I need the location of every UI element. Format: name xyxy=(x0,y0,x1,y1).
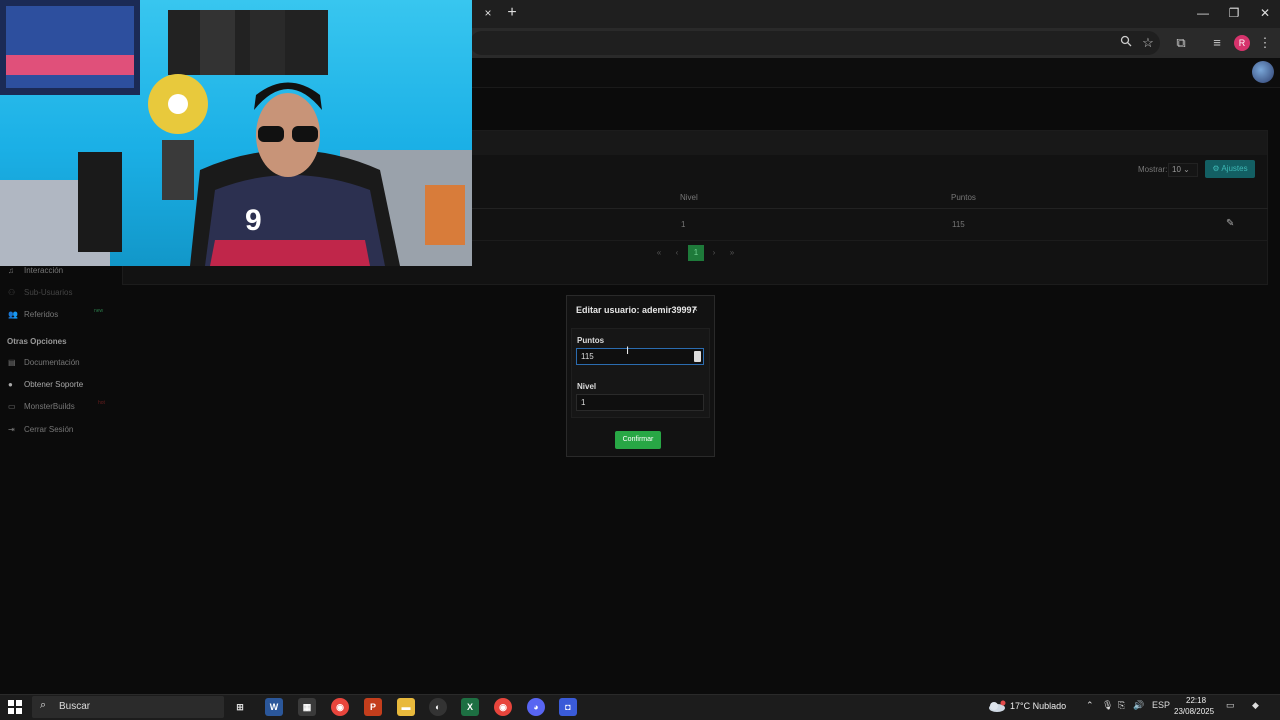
powerpoint-icon[interactable]: P xyxy=(364,698,382,716)
settings-button[interactable]: ⚙ Ajustes xyxy=(1205,160,1255,178)
store-icon[interactable]: ▦ xyxy=(298,698,316,716)
table-cell-level: 1 xyxy=(681,220,686,229)
new-badge: new xyxy=(94,308,104,314)
sidebar-item-monsterbuilds[interactable]: ▭ MonsterBuilds xyxy=(8,402,75,411)
level-input[interactable]: 1 xyxy=(576,394,704,411)
music-icon: ♫ xyxy=(8,266,14,275)
user-avatar[interactable] xyxy=(1252,61,1274,83)
sidebar-item-logout[interactable]: ⇥ Cerrar Sesión xyxy=(8,425,73,434)
weather-text[interactable]: 17°C Nublado xyxy=(1010,701,1066,711)
table-divider xyxy=(470,240,1268,241)
sidebar-item-support[interactable]: ● Obtener Soporte xyxy=(8,380,83,389)
column-header-level[interactable]: Nivel xyxy=(680,193,698,202)
tray-chevron-icon[interactable]: ⌃ xyxy=(1086,700,1094,711)
pagination-first[interactable]: « xyxy=(651,247,667,259)
show-entries-label: Mostrar: xyxy=(1138,165,1168,174)
pagination-last[interactable]: » xyxy=(724,247,740,259)
user-plus-icon: 👥 xyxy=(8,310,18,319)
top-navbar xyxy=(470,58,1280,88)
excel-icon[interactable]: X xyxy=(461,698,479,716)
new-tab-button[interactable]: + xyxy=(504,4,520,22)
chrome-icon[interactable]: ◉ xyxy=(331,698,349,716)
users-icon: ⚇ xyxy=(8,288,16,297)
app-icon[interactable]: ◘ xyxy=(559,698,577,716)
modal-close-icon[interactable]: × xyxy=(692,304,698,315)
webcam-overlay: 9 xyxy=(0,0,472,266)
sidebar-item-label: Sub-Usuarios xyxy=(24,288,73,297)
sidebar-item-interaction[interactable]: ♫ Interacción xyxy=(8,266,63,275)
laptop-icon: ▭ xyxy=(8,402,16,411)
language-indicator[interactable]: ESP xyxy=(1152,700,1170,710)
sidebar-item-documentation[interactable]: ▤ Documentación xyxy=(8,358,80,367)
zoom-icon[interactable] xyxy=(1117,34,1135,52)
bookmark-star-icon[interactable]: ☆ xyxy=(1139,34,1157,52)
sidebar-item-label: MonsterBuilds xyxy=(24,402,75,411)
sidebar-item-label: Referidos xyxy=(24,310,59,319)
chrome-profile-icon[interactable]: ◉ xyxy=(494,698,512,716)
microphone-icon[interactable]: 🎙 xyxy=(1102,700,1113,711)
sidebar-item-subusers[interactable]: ⚇ Sub-Usuarios xyxy=(8,288,72,297)
table-divider xyxy=(470,208,1268,209)
show-entries-value: 10 xyxy=(1172,165,1181,174)
sidebar-item-referrals[interactable]: 👥 Referidos xyxy=(8,310,58,319)
support-icon: ● xyxy=(8,380,13,389)
file-explorer-icon[interactable]: ▬ xyxy=(397,698,415,716)
address-bar[interactable] xyxy=(470,31,1160,55)
table-cell-points: 115 xyxy=(952,220,965,229)
search-icon: ⌕ xyxy=(40,699,47,711)
chat-app-icon[interactable]: ◕ xyxy=(527,698,545,716)
level-label: Nivel xyxy=(577,382,597,391)
close-window-button[interactable]: ✕ xyxy=(1250,4,1280,22)
sidebar-item-label: Interacción xyxy=(24,266,64,275)
media-controls-icon[interactable]: ≡ xyxy=(1208,34,1226,52)
profile-avatar[interactable]: R xyxy=(1234,35,1250,51)
weather-cloud-icon xyxy=(988,699,1006,712)
pagination-next[interactable]: › xyxy=(706,247,722,259)
number-spinner[interactable] xyxy=(694,351,701,362)
edit-pencil-icon[interactable]: ✎ xyxy=(1226,218,1234,229)
show-entries-select[interactable]: 10 ⌄ xyxy=(1168,163,1198,177)
hot-badge: hot xyxy=(98,400,105,406)
network-icon[interactable]: ⎘ xyxy=(1118,700,1125,711)
points-label: Puntos xyxy=(577,336,605,345)
notification-icon[interactable]: ▭ xyxy=(1226,700,1235,711)
confirm-button[interactable]: Confirmar xyxy=(615,431,661,449)
sidebar-item-label: Cerrar Sesión xyxy=(24,425,74,434)
text-cursor-icon: I xyxy=(626,345,630,357)
webcam-scene: 9 xyxy=(0,0,472,266)
restore-button[interactable]: ❐ xyxy=(1219,4,1249,22)
pagination-current-page[interactable]: 1 xyxy=(688,245,704,261)
tab-close-icon[interactable]: × xyxy=(480,5,496,21)
obs-icon[interactable]: ◐ xyxy=(429,698,447,716)
extensions-icon[interactable]: ⧉ xyxy=(1172,34,1190,52)
search-placeholder: Buscar xyxy=(59,701,91,712)
windows-start-icon[interactable] xyxy=(8,700,22,714)
clock-date[interactable]: 23/08/2025 xyxy=(1174,707,1214,716)
sidebar-item-label: Obtener Soporte xyxy=(24,380,84,389)
book-icon: ▤ xyxy=(8,358,16,367)
sidebar-item-label: Documentación xyxy=(24,358,80,367)
jersey-number: 9 xyxy=(245,204,262,237)
task-view-icon[interactable]: ⊞ xyxy=(231,698,249,716)
minimize-button[interactable]: — xyxy=(1188,4,1218,22)
pagination-prev[interactable]: ‹ xyxy=(669,247,685,259)
copilot-icon[interactable]: ◆ xyxy=(1252,700,1259,711)
volume-icon[interactable]: 🔊 xyxy=(1133,700,1144,711)
clock-time[interactable]: 22:18 xyxy=(1186,696,1206,705)
points-input[interactable]: 115 xyxy=(576,348,704,365)
sidebar-section-other: Otras Opciones xyxy=(7,337,67,346)
logout-icon: ⇥ xyxy=(8,425,15,434)
menu-kebab-icon[interactable]: ⋮ xyxy=(1256,34,1274,52)
modal-title: Editar usuario: ademir39997 xyxy=(576,305,697,315)
column-header-points[interactable]: Puntos xyxy=(951,193,976,202)
word-icon[interactable]: W xyxy=(265,698,283,716)
